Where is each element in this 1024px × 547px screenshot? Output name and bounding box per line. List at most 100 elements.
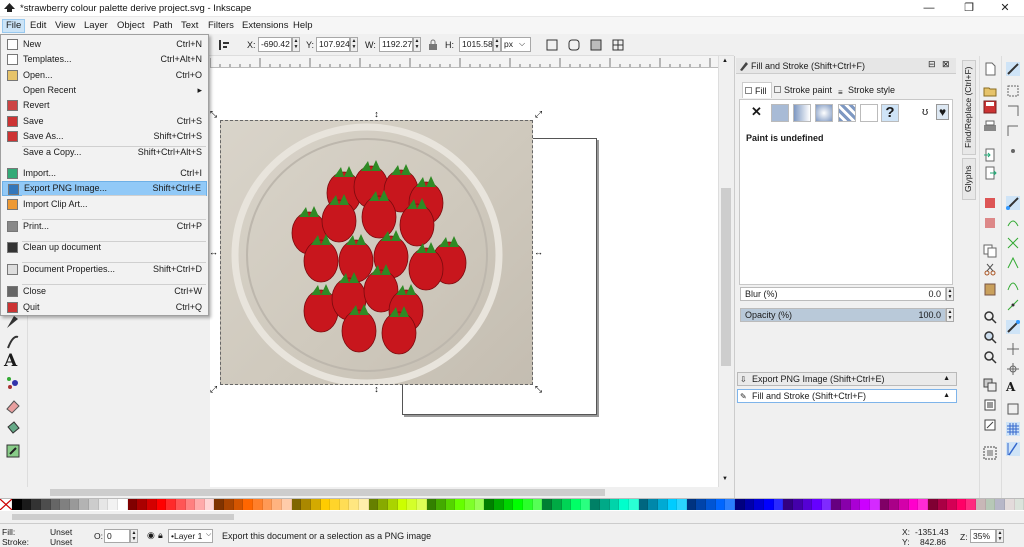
color-swatch[interactable] [792, 499, 803, 510]
no-paint-icon[interactable]: ✕ [751, 104, 762, 120]
tab-fill[interactable]: Fill [742, 82, 772, 98]
snap-cusp-nodes-icon[interactable] [1006, 256, 1020, 270]
unlink-clone-icon[interactable] [983, 418, 997, 432]
new-icon[interactable] [983, 62, 997, 76]
duplicate-icon[interactable] [983, 378, 997, 392]
color-swatch[interactable] [985, 499, 996, 510]
color-swatch[interactable] [503, 499, 514, 510]
opacity-status-input[interactable]: 0 [104, 529, 130, 543]
color-swatch[interactable] [455, 499, 466, 510]
snap-bbox-icon[interactable] [1006, 84, 1020, 98]
fill-rule-nonzero-icon[interactable]: ♥ [936, 104, 950, 120]
align-icon[interactable] [217, 38, 231, 52]
menu-filters[interactable]: Filters [205, 19, 237, 33]
color-swatch[interactable] [706, 499, 716, 510]
tab-stroke-style[interactable]: ≡ Stroke style [836, 82, 895, 98]
color-swatch[interactable] [301, 499, 311, 510]
color-swatch[interactable] [224, 499, 234, 510]
save-icon[interactable] [983, 100, 997, 114]
color-swatch[interactable] [387, 499, 398, 510]
snap-grids-icon[interactable] [1006, 422, 1020, 436]
bucket-tool-icon[interactable] [4, 419, 22, 437]
color-swatch[interactable] [204, 499, 215, 510]
linear-gradient-icon[interactable] [793, 104, 811, 122]
color-swatch[interactable] [494, 499, 504, 510]
color-swatch[interactable] [629, 499, 639, 510]
snap-path-icon[interactable] [1006, 216, 1020, 230]
menu-item-templates[interactable]: Templates... Ctrl+Alt+N [2, 52, 207, 67]
scale-stroke-icon[interactable] [545, 38, 559, 52]
color-swatch[interactable] [754, 499, 764, 510]
color-swatch[interactable] [590, 499, 601, 510]
zoom-spinner[interactable]: ▲ ▼ [996, 529, 1004, 543]
color-swatch[interactable] [870, 499, 880, 510]
color-swatch[interactable] [146, 499, 157, 510]
color-swatch[interactable] [378, 499, 388, 510]
color-swatch[interactable] [638, 499, 649, 510]
color-swatch[interactable] [763, 499, 774, 510]
layer-visibility-icon[interactable]: ◉ [147, 530, 155, 541]
move-gradients-icon[interactable] [589, 38, 603, 52]
color-swatch[interactable] [677, 499, 687, 510]
clone-icon[interactable] [983, 398, 997, 412]
resize-handle-bottom-right[interactable]: ⤡ [534, 385, 543, 394]
color-swatch[interactable] [667, 499, 678, 510]
scroll-up-icon[interactable]: ▲ [722, 58, 728, 64]
color-swatch[interactable] [253, 499, 263, 510]
menu-item-save-as[interactable]: Save As... Shift+Ctrl+S [2, 129, 207, 144]
minimize-button[interactable]: — [910, 0, 948, 17]
blur-slider[interactable]: Blur (%) 0.0 [740, 287, 946, 301]
pattern-icon[interactable] [838, 104, 856, 122]
color-swatch[interactable] [137, 499, 147, 510]
color-swatch[interactable] [21, 499, 32, 510]
color-swatch[interactable] [927, 499, 938, 510]
resize-handle-bottom-left[interactable]: ⤢ [209, 385, 218, 394]
color-swatch[interactable] [127, 499, 138, 510]
menu-file[interactable]: File [2, 19, 26, 33]
color-swatch[interactable] [185, 499, 196, 510]
color-swatch[interactable] [937, 499, 948, 510]
color-swatch[interactable] [474, 499, 485, 510]
color-swatch[interactable] [31, 499, 41, 510]
dropper-tool-icon[interactable] [4, 442, 22, 460]
flat-color-icon[interactable] [771, 104, 789, 122]
menu-path[interactable]: Path [150, 19, 176, 33]
menu-item-import[interactable]: Import... Ctrl+I [2, 166, 207, 181]
horizontal-scroll-thumb[interactable] [50, 489, 605, 496]
layer-lock-icon[interactable]: 🔒︎ [158, 530, 163, 541]
color-swatch[interactable] [484, 499, 495, 510]
color-swatch[interactable] [69, 499, 80, 510]
menu-item-open[interactable]: Open... Ctrl+O [2, 68, 207, 83]
color-swatch[interactable] [407, 499, 417, 510]
snap-centers-icon[interactable] [1006, 342, 1020, 356]
panel-close-button[interactable]: ⊠ [942, 59, 950, 70]
no-color-swatch[interactable] [0, 499, 12, 510]
color-swatch[interactable] [802, 499, 813, 510]
fill-rule-evenodd-icon[interactable]: ʊ [922, 106, 928, 118]
color-swatch[interactable] [889, 499, 899, 510]
stroke-indicator[interactable]: Unset [50, 537, 72, 547]
color-swatch[interactable] [465, 499, 475, 510]
color-swatch[interactable] [397, 499, 408, 510]
snap-nodes-icon[interactable] [1006, 196, 1020, 210]
color-swatch[interactable] [368, 499, 379, 510]
fill-indicator[interactable]: Unset [50, 527, 72, 537]
color-swatch[interactable] [60, 499, 70, 510]
color-swatch[interactable] [40, 499, 51, 510]
menu-item-export-png-image[interactable]: Export PNG Image... Shift+Ctrl+E [2, 181, 207, 196]
menu-item-print[interactable]: Print... Ctrl+P [2, 219, 207, 234]
color-swatch[interactable] [320, 499, 331, 510]
color-swatch[interactable] [551, 499, 562, 510]
zoom-drawing-icon[interactable] [983, 330, 997, 344]
color-swatch[interactable] [436, 499, 446, 510]
color-swatch[interactable] [50, 499, 61, 510]
color-swatch[interactable] [281, 499, 292, 510]
calligraphy-tool-icon[interactable] [4, 333, 22, 351]
menu-item-save-a-copy[interactable]: Save a Copy... Shift+Ctrl+Alt+S [2, 145, 207, 160]
color-swatch[interactable] [339, 499, 350, 510]
h-spinner[interactable]: ▲ ▼ [493, 37, 501, 52]
snap-path-intersection-icon[interactable] [1006, 236, 1020, 250]
menu-item-close[interactable]: Close Ctrl+W [2, 284, 207, 299]
opacity-slider[interactable]: Opacity (%) 100.0 [740, 308, 946, 322]
color-swatch[interactable] [831, 499, 842, 510]
